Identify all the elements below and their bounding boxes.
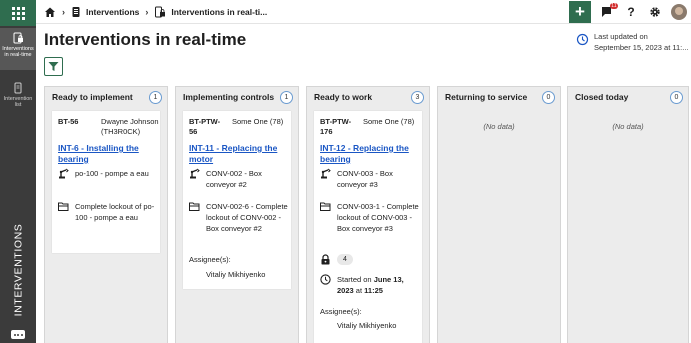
column-title: Returning to service (445, 92, 528, 102)
equipment-row: CONV-002 - Box conveyor #2 (189, 168, 289, 190)
column-count-badge: 1 (149, 91, 162, 104)
equipment-text: CONV-002 - Box conveyor #2 (206, 169, 262, 189)
apps-launcher-button[interactable] (0, 0, 36, 26)
chevron-right-icon: › (62, 6, 65, 17)
rail-item-real-time[interactable]: Interventions in real-time (0, 28, 36, 70)
intervention-link[interactable]: INT-11 - Replacing the motor (189, 143, 289, 165)
started-at: at (355, 286, 363, 295)
column-ready-to-implement: Ready to implement 1 BT-56 Dwayne Johnso… (44, 86, 168, 343)
equipment-row: po-100 - pompe a eau (58, 168, 158, 179)
notifications-button[interactable]: 11 (599, 3, 618, 20)
breadcrumb-link-interventions[interactable]: Interventions (86, 7, 139, 17)
lockout-row: CONV-002-6 - Complete lockout of CONV-00… (189, 201, 289, 234)
intervention-link[interactable]: INT-12 - Replacing the bearing (320, 143, 420, 165)
column-count-badge: 3 (411, 91, 424, 104)
left-rail: Interventions in real-time Intervention … (0, 0, 36, 343)
column-title: Closed today (575, 92, 629, 102)
notification-badge: 11 (609, 3, 618, 9)
lockout-text: CONV-003-1 - Complete lockout of CONV-00… (337, 202, 419, 233)
gear-icon (650, 7, 660, 17)
home-icon[interactable] (44, 6, 56, 18)
lockout-text: CONV-002-6 - Complete lockout of CONV-00… (206, 202, 288, 233)
lockout-text: Complete lockout of po-100 - pompe a eau (75, 202, 155, 222)
robot-arm-icon (190, 168, 200, 179)
intervention-link[interactable]: INT-6 - Installing the bearing (58, 143, 158, 165)
assignee-name: Vitaliy Mikhiyenko (337, 321, 397, 330)
module-title-text: INTERVENTIONS (12, 223, 25, 317)
clock-icon (320, 274, 331, 285)
folder-icon (189, 202, 200, 211)
column-ready-to-work: Ready to work 3 BT-PTW-176 Some One (78)… (306, 86, 430, 343)
last-updated-label: Last updated on (594, 32, 648, 41)
last-updated: Last updated on September 15, 2023 at 11… (576, 31, 689, 53)
help-icon[interactable]: ? (623, 4, 639, 20)
avatar[interactable] (671, 4, 687, 20)
equipment-row: CONV-003 - Box conveyor #3 (320, 168, 420, 190)
more-options-button[interactable] (11, 330, 25, 339)
column-title: Ready to implement (52, 92, 133, 102)
column-returning-to-service: Returning to service 0 (No data) (437, 86, 561, 343)
column-closed-today: Closed today 0 (No data) (567, 86, 689, 343)
column-count-badge: 0 (542, 91, 555, 104)
permit-ref: BT-PTW-56 (189, 117, 221, 136)
column-implementing-controls: Implementing controls 1 BT-PTW-56 Some O… (175, 86, 299, 343)
started-text: Started on June 13, 2023 at 11:25 (337, 274, 420, 296)
folder-icon (58, 202, 69, 211)
lock-icon (321, 254, 330, 265)
clipboard-icon (14, 82, 22, 94)
locks-row: 4 (320, 254, 420, 265)
robot-arm-icon (59, 168, 69, 179)
started-row: Started on June 13, 2023 at 11:25 (320, 274, 420, 296)
started-time: 11:25 (364, 286, 383, 295)
assignee-label: Assignee(s): (189, 255, 231, 264)
page-title: Interventions in real-time (44, 30, 247, 49)
robot-arm-icon (321, 168, 331, 179)
module-title: INTERVENTIONS (0, 222, 36, 318)
lockout-row: CONV-003-1 - Complete lockout of CONV-00… (320, 201, 420, 234)
breadcrumb-current: Interventions in real-ti... (171, 6, 268, 17)
top-bar: › Interventions › Interventions in real-… (36, 0, 691, 24)
equipment-text: CONV-003 - Box conveyor #3 (337, 169, 393, 189)
top-actions: + 11 ? (569, 0, 691, 24)
column-count-badge: 0 (670, 91, 683, 104)
clock-icon[interactable] (576, 33, 589, 46)
column-count-badge: 1 (280, 91, 293, 104)
started-prefix: Started on (337, 275, 372, 284)
equipment-text: po-100 - pompe a eau (75, 169, 149, 178)
permit-ref: BT-PTW-176 (320, 117, 352, 136)
empty-state: (No data) (483, 122, 515, 131)
filter-button[interactable] (44, 57, 63, 76)
rail-item-label: in real-time (4, 52, 32, 58)
filter-icon (48, 62, 59, 71)
breadcrumb: › Interventions › Interventions in real-… (44, 6, 267, 18)
intervention-card[interactable]: BT-PTW-56 Some One (78) INT-11 - Replaci… (183, 111, 291, 289)
card-person: Some One (78) (232, 117, 284, 126)
column-title: Ready to work (314, 92, 373, 102)
card-person: Some One (78) (363, 117, 415, 126)
locks-count-badge: 4 (337, 254, 353, 265)
intervention-card[interactable]: BT-56 Dwayne Johnson (TH3R0CK) INT-6 - I… (52, 111, 160, 253)
chevron-right-icon: › (145, 6, 149, 17)
clipboard-icon (72, 6, 80, 17)
empty-state: (No data) (612, 122, 644, 131)
assignee-name: Vitaliy Mikhiyenko (206, 270, 266, 279)
card-person: Dwayne Johnson (TH3R0CK) (101, 117, 159, 136)
column-title: Implementing controls (183, 92, 275, 102)
intervention-card[interactable]: BT-PTW-176 Some One (78) INT-12 - Replac… (314, 111, 422, 343)
assignee-label: Assignee(s): (320, 307, 362, 316)
rail-item-label: list (14, 102, 22, 108)
apps-icon (11, 6, 25, 20)
permit-ref: BT-56 (58, 117, 79, 126)
add-button[interactable]: + (569, 1, 591, 23)
rail-item-list[interactable]: Intervention list (0, 80, 36, 112)
folder-icon (320, 202, 331, 211)
lock-clipboard-icon (155, 6, 166, 17)
lock-clipboard-icon (13, 32, 23, 44)
lockout-row: Complete lockout of po-100 - pompe a eau (58, 201, 158, 223)
last-updated-value: September 15, 2023 at 11:... (594, 43, 689, 52)
settings-button[interactable] (647, 4, 663, 20)
